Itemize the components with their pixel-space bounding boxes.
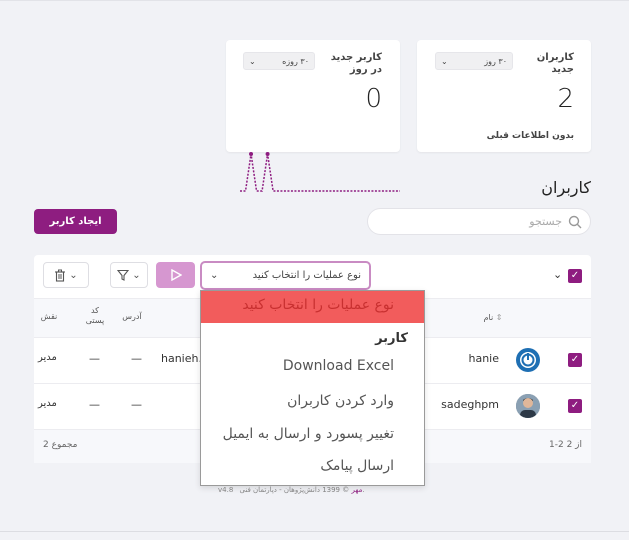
user-role: مدیر — [38, 352, 57, 363]
column-header-role: نقش — [40, 312, 58, 321]
create-user-button[interactable]: ایجاد کاربر — [34, 209, 117, 234]
per-day-period-select[interactable]: ۳۰ روزه ⌄ — [243, 52, 315, 70]
avatar — [516, 348, 540, 372]
search-input[interactable] — [392, 215, 562, 228]
sparkline-point — [249, 152, 254, 156]
option-import-users[interactable]: وارد کردن کاربران — [287, 393, 394, 409]
dropdown-placeholder-option[interactable]: نوع عملیات را انتخاب کنید — [201, 291, 424, 323]
column-header-name[interactable]: نام ⇕ — [478, 313, 508, 323]
users-section-title: کاربران — [541, 178, 591, 197]
power-icon — [520, 352, 536, 368]
user-postal-code: — — [89, 352, 100, 365]
no-previous-data-label: بدون اطلاعات قبلی — [486, 131, 574, 141]
delete-button[interactable]: ⌄ — [43, 262, 89, 288]
chevron-down-icon: ⌄ — [132, 269, 141, 281]
option-send-sms[interactable]: ارسال پیامک — [320, 458, 394, 474]
user-email: hanieh. — [161, 352, 202, 365]
chevron-down-icon: ⌄ — [249, 56, 256, 66]
pagination-info: 1-2 از 2 — [549, 440, 583, 450]
trash-icon — [55, 269, 66, 282]
period-value: ۳۰ روز — [484, 56, 507, 66]
user-postal-code: — — [89, 398, 100, 411]
period-value: ۳۰ روزه — [282, 56, 309, 66]
chevron-down-icon[interactable]: ⌄ — [553, 268, 562, 281]
copyright-text: © 1399 دانش‌پژوهان - دپارتمان فنی. — [239, 486, 365, 494]
sparkline-series — [240, 153, 400, 192]
column-header-address: آدرس — [122, 312, 142, 321]
user-name[interactable]: sadeghpm — [441, 398, 499, 411]
user-address: — — [131, 398, 142, 411]
brand-link[interactable]: مهر — [351, 486, 362, 494]
option-reset-password-email[interactable]: تغییر پسورد و ارسال به ایمیل — [223, 426, 394, 442]
chevron-down-icon: ⌄ — [69, 269, 78, 281]
bulk-action-placeholder: نوع عملیات را انتخاب کنید — [252, 270, 361, 281]
user-photo-icon — [516, 394, 540, 418]
new-users-per-day-card: کاربر جدید در روز ۳۰ روزه ⌄ 0 — [226, 40, 400, 192]
row-checkbox[interactable]: ✓ — [568, 399, 582, 413]
version-label: v4.8 — [218, 486, 234, 494]
bottom-divider — [0, 531, 629, 532]
option-download-excel[interactable]: Download Excel — [283, 358, 394, 374]
top-divider — [0, 0, 629, 1]
new-users-value: 2 — [557, 84, 574, 114]
chevron-down-icon: ⌄ — [441, 56, 448, 66]
user-role: مدیر — [38, 398, 57, 409]
dropdown-group-label: کاربر — [375, 331, 408, 346]
sort-icon: ⇕ — [495, 313, 503, 322]
search-icon — [568, 215, 582, 229]
sparkline-point — [265, 152, 270, 156]
column-header-postal-code: کد پستی — [85, 306, 105, 325]
per-day-value: 0 — [365, 84, 382, 114]
dropdown-placeholder-label: نوع عملیات را انتخاب کنید — [242, 297, 394, 313]
play-icon — [170, 269, 182, 281]
name-header-label: نام — [483, 313, 494, 322]
filter-button[interactable]: ⌄ — [110, 262, 148, 288]
avatar — [516, 394, 540, 418]
search-box[interactable] — [367, 208, 591, 235]
daily-users-sparkline — [240, 152, 400, 192]
user-address: — — [131, 352, 142, 365]
filter-icon — [117, 269, 130, 281]
bulk-action-select[interactable]: نوع عملیات را انتخاب کنید ⌄ — [200, 261, 371, 290]
new-users-title: کاربران جدید — [536, 52, 574, 75]
per-day-title: کاربر جدید در روز — [330, 52, 382, 75]
select-all-checkbox[interactable]: ✓ — [568, 269, 582, 283]
page-footer: v4.8 مهر © 1399 دانش‌پژوهان - دپارتمان ف… — [218, 486, 365, 494]
bulk-action-dropdown: نوع عملیات را انتخاب کنید کاربر Download… — [200, 290, 425, 486]
user-name[interactable]: hanie — [468, 352, 499, 365]
total-count: مجموع 2 — [43, 440, 78, 450]
run-action-button[interactable] — [156, 262, 195, 288]
new-users-period-select[interactable]: ۳۰ روز ⌄ — [435, 52, 513, 70]
new-users-card: کاربران جدید ۳۰ روز ⌄ 2 بدون اطلاعات قبل… — [417, 40, 591, 152]
row-checkbox[interactable]: ✓ — [568, 353, 582, 367]
chevron-down-icon: ⌄ — [210, 270, 219, 281]
